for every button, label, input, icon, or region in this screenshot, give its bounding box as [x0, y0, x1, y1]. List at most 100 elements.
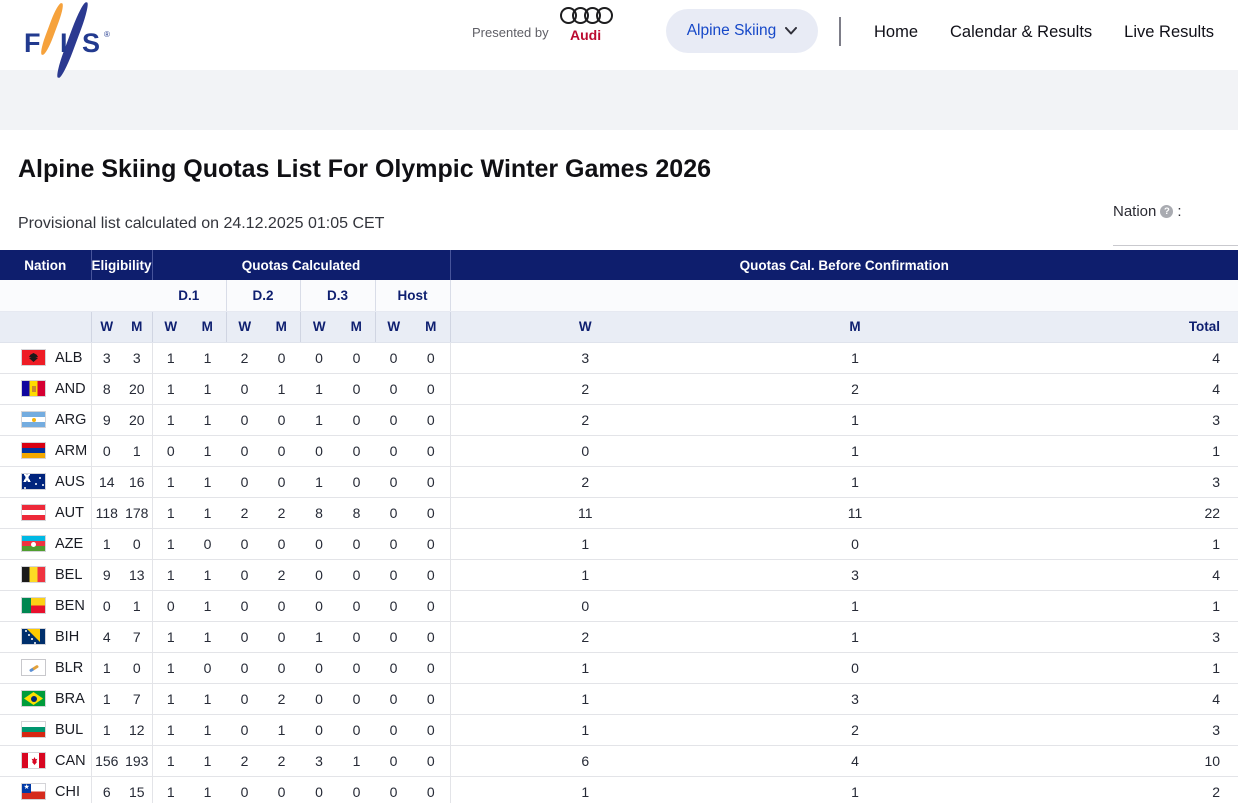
- cell-host-m: 0: [412, 745, 450, 776]
- cell-elig-m: 3: [122, 342, 152, 373]
- cell-host-w: 0: [375, 435, 412, 466]
- cell-bc-m: 11: [720, 497, 990, 528]
- nation-code: ARG: [55, 412, 86, 428]
- cell-d1-w: 0: [152, 590, 189, 621]
- cell-d1-w: 1: [152, 497, 189, 528]
- cell-d1-m: 1: [189, 745, 226, 776]
- cell-d2-m: 0: [263, 528, 300, 559]
- cell-host-m: 0: [412, 435, 450, 466]
- cell-host-w: 0: [375, 466, 412, 497]
- cell-bc-m: 1: [720, 590, 990, 621]
- header-d1: D.1: [152, 280, 226, 311]
- nation-code: BIH: [55, 629, 79, 645]
- cell-d1-w: 1: [152, 683, 189, 714]
- audi-logo: Audi: [560, 7, 652, 43]
- cell-d3-w: 0: [300, 590, 338, 621]
- cell-d3-m: 0: [338, 404, 375, 435]
- cell-bc-m: 1: [720, 342, 990, 373]
- cell-d2-w: 0: [226, 590, 263, 621]
- table-row: BEN0101000000011: [0, 590, 1238, 621]
- cell-elig-m: 20: [122, 373, 152, 404]
- cell-bc-w: 1: [450, 528, 720, 559]
- nav-item-live-results[interactable]: Live Results: [1124, 23, 1214, 42]
- cell-elig-w: 9: [91, 404, 122, 435]
- table-row: BIH4711001000213: [0, 621, 1238, 652]
- cell-d2-m: 0: [263, 621, 300, 652]
- cell-bc-m: 1: [720, 404, 990, 435]
- cell-total: 22: [990, 497, 1238, 528]
- fis-logo[interactable]: F I S ®: [8, 2, 118, 80]
- cell-d2-w: 0: [226, 435, 263, 466]
- cell-d1-m: 1: [189, 497, 226, 528]
- cell-elig-m: 178: [122, 497, 152, 528]
- nav-item-calendar-results[interactable]: Calendar & Results: [950, 23, 1092, 42]
- cell-host-w: 0: [375, 745, 412, 776]
- cell-host-m: 0: [412, 497, 450, 528]
- cell-d2-m: 0: [263, 435, 300, 466]
- cell-bc-w: 2: [450, 404, 720, 435]
- flag-bel-icon: [21, 566, 46, 583]
- header-d2: D.2: [226, 280, 300, 311]
- cell-elig-w: 1: [91, 652, 122, 683]
- cell-elig-w: 14: [91, 466, 122, 497]
- cell-d2-m: 0: [263, 342, 300, 373]
- cell-d3-w: 0: [300, 776, 338, 803]
- table-row: BUL11211010000123: [0, 714, 1238, 745]
- cell-total: 10: [990, 745, 1238, 776]
- cell-host-m: 0: [412, 714, 450, 745]
- flag-alb-icon: [21, 349, 46, 366]
- flag-arg-icon: [21, 411, 46, 428]
- table-row: BLR1010000000101: [0, 652, 1238, 683]
- cell-total: 1: [990, 528, 1238, 559]
- cell-host-w: 0: [375, 342, 412, 373]
- cell-d1-m: 1: [189, 683, 226, 714]
- cell-bc-w: 0: [450, 435, 720, 466]
- cell-elig-w: 1: [91, 683, 122, 714]
- cell-bc-m: 0: [720, 528, 990, 559]
- sport-selector-dropdown[interactable]: Alpine Skiing: [666, 9, 818, 53]
- fis-logo-letter: F: [24, 28, 41, 59]
- header-total: Total: [990, 311, 1238, 342]
- cell-d2-m: 2: [263, 559, 300, 590]
- cell-elig-w: 0: [91, 435, 122, 466]
- help-icon[interactable]: ?: [1160, 205, 1173, 218]
- nation-cell: AUS: [0, 466, 91, 497]
- cell-host-m: 0: [412, 559, 450, 590]
- nav-divider: [839, 17, 841, 46]
- cell-bc-m: 1: [720, 621, 990, 652]
- header-nation: Nation: [0, 250, 91, 280]
- cell-host-w: 0: [375, 528, 412, 559]
- cell-d2-w: 0: [226, 404, 263, 435]
- cell-elig-m: 16: [122, 466, 152, 497]
- cell-d1-m: 1: [189, 559, 226, 590]
- cell-d2-m: 0: [263, 776, 300, 803]
- cell-total: 3: [990, 404, 1238, 435]
- cell-bc-w: 2: [450, 466, 720, 497]
- nation-cell: ALB: [0, 342, 91, 373]
- cell-d1-m: 1: [189, 590, 226, 621]
- cell-bc-m: 2: [720, 714, 990, 745]
- cell-d3-m: 0: [338, 776, 375, 803]
- nav-item-home[interactable]: Home: [874, 23, 918, 42]
- cell-d1-m: 1: [189, 404, 226, 435]
- cell-host-w: 0: [375, 683, 412, 714]
- cell-d3-w: 0: [300, 683, 338, 714]
- cell-bc-w: 1: [450, 559, 720, 590]
- header-d3: D.3: [300, 280, 375, 311]
- cell-host-m: 0: [412, 621, 450, 652]
- page-title: Alpine Skiing Quotas List For Olympic Wi…: [18, 155, 711, 184]
- nation-filter-input[interactable]: [1113, 226, 1238, 246]
- cell-d2-m: 2: [263, 745, 300, 776]
- cell-bc-m: 1: [720, 435, 990, 466]
- cell-d3-m: 0: [338, 435, 375, 466]
- cell-total: 2: [990, 776, 1238, 803]
- flag-chi-icon: [21, 783, 46, 800]
- cell-d3-m: 0: [338, 652, 375, 683]
- nation-code: BLR: [55, 660, 83, 676]
- header-m: M: [338, 311, 375, 342]
- table-row: AND82011011000224: [0, 373, 1238, 404]
- cell-host-m: 0: [412, 528, 450, 559]
- cell-d2-m: 0: [263, 404, 300, 435]
- header-before-conf-w: W: [450, 311, 720, 342]
- cell-d2-w: 0: [226, 683, 263, 714]
